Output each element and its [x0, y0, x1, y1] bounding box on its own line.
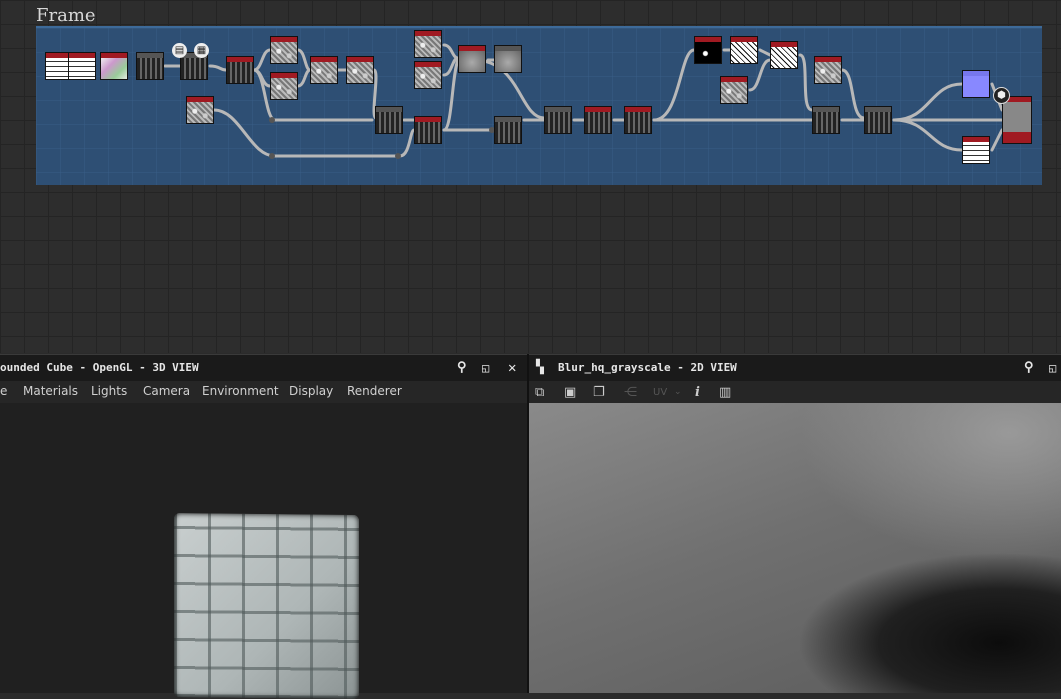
document-icon: ▤	[172, 43, 187, 58]
menu-item-lights[interactable]: Lights	[91, 384, 127, 398]
output-node[interactable]	[1002, 96, 1032, 144]
3d-view-title: ounded Cube - OpenGL - 3D VIEW	[0, 361, 199, 374]
info-icon[interactable]: i	[695, 385, 700, 400]
graph-node[interactable]	[770, 41, 798, 69]
graph-node[interactable]	[226, 56, 254, 84]
graph-node[interactable]	[346, 56, 374, 84]
menu-item-renderer[interactable]: Renderer	[347, 384, 402, 398]
graph-node[interactable]	[414, 116, 442, 144]
menu-item-camera[interactable]: Camera	[143, 384, 190, 398]
2d-viewport[interactable]	[529, 403, 1061, 693]
maximize-icon[interactable]: ◱	[482, 355, 489, 381]
graph-node[interactable]	[414, 30, 442, 58]
3d-view-titlebar: ounded Cube - OpenGL - 3D VIEW ⚲ ◱ ✕	[0, 354, 527, 381]
graph-node[interactable]	[270, 72, 298, 100]
close-icon[interactable]: ✕	[508, 355, 516, 381]
graph-node[interactable]	[584, 106, 612, 134]
menu-item-materials[interactable]: Materials	[23, 384, 78, 398]
graph-node[interactable]	[544, 106, 572, 134]
graph-node[interactable]	[100, 52, 128, 80]
2d-view-toolbar: ⧉ ▣ ❐ ⋲ UV ⌄ i ▥	[529, 381, 1061, 403]
checker-icon: ▦	[194, 43, 209, 58]
menu-item-display[interactable]: Display	[289, 384, 333, 398]
rounded-cube-preview	[174, 513, 359, 699]
2d-view-titlebar: ▚ Blur_hq_grayscale - 2D VIEW ⚲ ◱	[529, 354, 1061, 381]
graph-node[interactable]	[136, 52, 164, 80]
menu-item-scene[interactable]: e	[0, 384, 7, 398]
maximize-icon[interactable]: ◱	[1049, 355, 1056, 381]
menu-item-environment[interactable]: Environment	[202, 384, 279, 398]
pin-icon[interactable]: ⚲	[1024, 355, 1034, 381]
graph-node[interactable]	[186, 96, 214, 124]
graph-node[interactable]	[375, 106, 403, 134]
graph-node[interactable]	[414, 61, 442, 89]
cube-icon: ⬢	[993, 87, 1010, 104]
3d-viewport[interactable]	[0, 403, 527, 699]
graph-node[interactable]	[270, 36, 298, 64]
chevron-down-icon[interactable]: ⌄	[674, 387, 682, 397]
graph-node[interactable]	[694, 36, 722, 64]
graph-node[interactable]	[864, 106, 892, 134]
save-icon[interactable]: ▣	[564, 385, 576, 400]
histogram-icon[interactable]: ▥	[719, 385, 731, 400]
graph-node[interactable]	[812, 106, 840, 134]
graph-node[interactable]	[624, 106, 652, 134]
graph-node[interactable]	[458, 45, 486, 73]
checker-icon: ▚	[536, 360, 544, 375]
graph-node[interactable]	[310, 56, 338, 84]
uv-dropdown[interactable]: UV	[653, 387, 667, 398]
pin-icon[interactable]: ⚲	[457, 355, 467, 381]
graph-node[interactable]	[68, 52, 96, 80]
copy-icon[interactable]: ❐	[593, 385, 605, 400]
2d-view-title: Blur_hq_grayscale - 2D VIEW	[558, 361, 737, 374]
view-mode-icon[interactable]: ⧉	[535, 385, 544, 400]
share-icon: ⋲	[624, 385, 637, 400]
graph-node[interactable]	[720, 76, 748, 104]
graph-node[interactable]	[730, 36, 758, 64]
graph-node[interactable]	[962, 136, 990, 164]
3d-view-panel: ounded Cube - OpenGL - 3D VIEW ⚲ ◱ ✕ e M…	[0, 354, 527, 699]
graph-node[interactable]	[494, 45, 522, 73]
3d-view-menubar: e Materials Lights Camera Environment Di…	[0, 381, 527, 403]
graph-node[interactable]	[494, 116, 522, 144]
graph-node[interactable]	[962, 70, 990, 98]
graph-node[interactable]	[814, 56, 842, 84]
2d-view-panel: ▚ Blur_hq_grayscale - 2D VIEW ⚲ ◱ ⧉ ▣ ❐ …	[529, 354, 1061, 693]
node-graph-canvas[interactable]: Frame ▤ ▦ ⬢	[0, 0, 1061, 353]
